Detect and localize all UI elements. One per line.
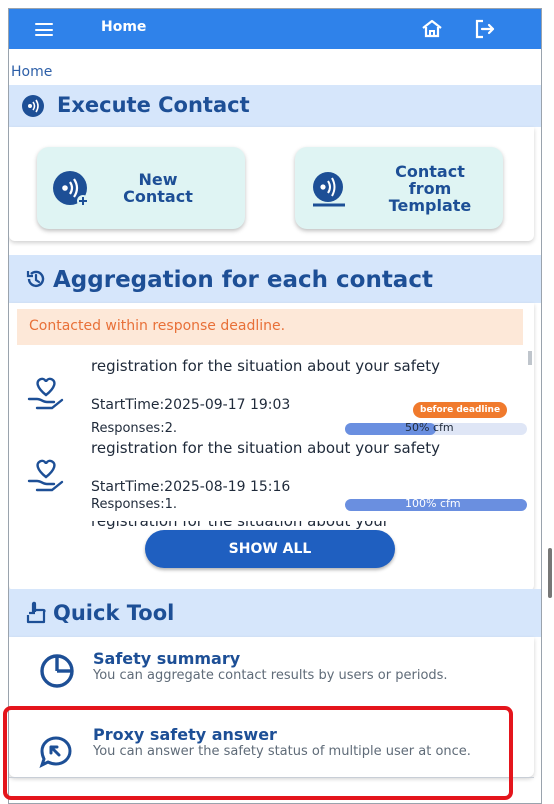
highlight-box <box>3 706 513 800</box>
broadcast-icon <box>53 171 89 207</box>
progress-bar: 50% cfm <box>345 421 527 435</box>
aggregation-header: Aggregation for each contact <box>9 255 541 303</box>
execute-contact-card: New Contact Contact from Template <box>9 127 534 241</box>
tool-description: You can aggregate contact results by use… <box>93 668 448 683</box>
list-scrollbar[interactable] <box>528 351 532 365</box>
new-contact-label: New Contact <box>123 170 193 206</box>
item-title: registration for the situation about you… <box>91 521 389 530</box>
item-responses: Responses:2. <box>91 421 177 436</box>
item-title: registration for the situation about you… <box>91 439 440 457</box>
breadcrumb[interactable]: Home <box>11 64 52 80</box>
page-scrollbar[interactable] <box>548 548 552 598</box>
tool-title: Safety summary <box>93 649 241 668</box>
section-title: Execute Contact <box>57 93 250 117</box>
logout-icon[interactable] <box>474 18 496 40</box>
template-broadcast-icon <box>313 172 345 207</box>
menu-icon[interactable] <box>35 23 53 36</box>
page-title: Home <box>101 19 147 35</box>
deadline-alert: Contacted within response deadline. <box>17 309 523 345</box>
list-item[interactable]: registration for the situation about you… <box>9 439 529 521</box>
progress-label: 50% cfm <box>405 421 454 434</box>
contact-from-template-label: Contact from Template <box>388 162 472 215</box>
section-title: Aggregation for each contact <box>53 267 433 293</box>
list-item[interactable]: registration for the situation about you… <box>9 357 529 439</box>
history-icon <box>26 270 45 288</box>
safety-summary-item[interactable]: Safety summary You can aggregate contact… <box>9 649 534 709</box>
heart-hand-icon <box>27 377 64 410</box>
pie-chart-icon <box>40 654 74 688</box>
broadcast-icon <box>22 95 44 117</box>
app-frame: Home Home Execute Contact New Contact Co… <box>8 8 542 804</box>
progress-label: 100% cfm <box>405 497 461 510</box>
contact-from-template-button[interactable]: Contact from Template <box>295 147 503 229</box>
section-title: Quick Tool <box>53 601 175 625</box>
top-bar: Home <box>9 9 541 49</box>
execute-contact-header: Execute Contact <box>9 85 541 127</box>
new-contact-button[interactable]: New Contact <box>37 147 245 229</box>
quick-tool-header: Quick Tool <box>9 589 541 637</box>
item-title: registration for the situation about you… <box>91 357 440 375</box>
home-icon[interactable] <box>421 19 443 39</box>
item-start-time: StartTime:2025-09-17 19:03 <box>91 397 291 413</box>
show-all-button[interactable]: SHOW ALL <box>145 530 395 568</box>
item-responses: Responses:1. <box>91 497 177 512</box>
progress-bar: 100% cfm <box>345 497 527 511</box>
hand-pointer-icon <box>26 601 46 624</box>
heart-hand-icon <box>27 459 64 492</box>
item-start-time: StartTime:2025-08-19 15:16 <box>91 479 291 495</box>
status-badge: before deadline <box>413 402 508 418</box>
